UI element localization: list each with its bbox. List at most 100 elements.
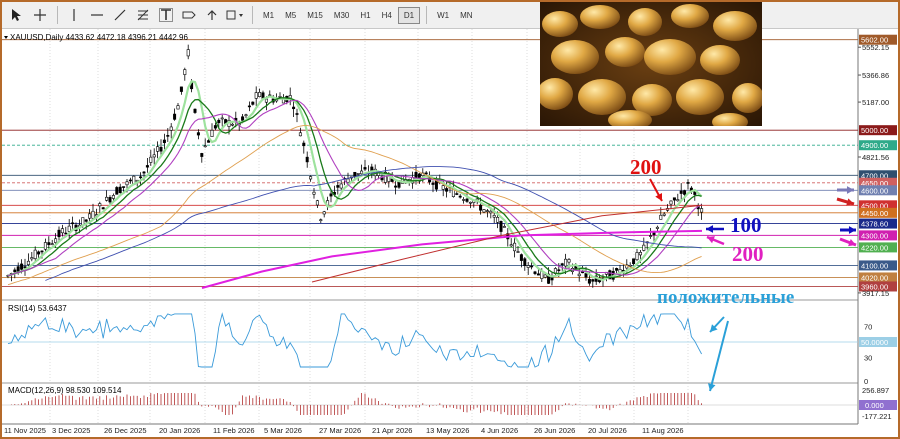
candle-body: [615, 268, 619, 271]
candle-body: [659, 214, 663, 220]
price-scale-label: 5552.15: [862, 43, 889, 52]
toolbar-separator: [252, 6, 253, 24]
date-label: 21 Apr 2026: [372, 426, 412, 435]
price-level-label: 4378.60: [861, 220, 888, 229]
date-label: 11 Nov 2025: [4, 426, 46, 435]
candle-body: [462, 199, 466, 201]
timeframe-m15[interactable]: M15: [302, 8, 328, 23]
candle-body: [431, 182, 435, 185]
candle-body: [295, 113, 299, 115]
candle-body: [468, 201, 472, 204]
timeframe-h4[interactable]: H4: [377, 8, 397, 23]
timeframe-mn[interactable]: MN: [455, 8, 477, 23]
candle-body: [445, 188, 449, 192]
candle-body: [496, 217, 500, 223]
cursor-icon[interactable]: [6, 4, 28, 26]
candle-body: [312, 191, 316, 195]
candle-body: [152, 154, 156, 158]
candle-body: [591, 279, 595, 282]
candle-body: [638, 251, 642, 256]
chart-toolbar: M1 M5 M15 M30 H1 H4 D1 W1 MN: [2, 2, 898, 29]
macd-scale-label: 256.897: [862, 386, 889, 395]
price-chart[interactable]: 5602.005000.004900.004700.004650.004600.…: [2, 29, 898, 437]
candle-body: [142, 171, 146, 174]
candle-body: [581, 271, 585, 274]
timeframe-bar: M1 M5 M15 M30 H1 H4 D1 W1 MN: [258, 6, 479, 24]
timeframe-m30[interactable]: M30: [329, 8, 355, 23]
arrow-macd-icon-head: [708, 383, 716, 391]
candle-body: [339, 183, 343, 189]
candle-body: [156, 146, 160, 152]
candle-body: [60, 228, 64, 234]
timeframe-d1[interactable]: D1: [397, 6, 421, 24]
timeframe-m5[interactable]: M5: [280, 8, 301, 23]
candle-body: [700, 208, 704, 213]
candle-body: [176, 105, 180, 110]
candle-body: [577, 273, 581, 277]
candle-body: [244, 114, 248, 117]
price-level-label: 4300.00: [861, 231, 888, 240]
candle-body: [655, 226, 659, 229]
candle-body: [210, 129, 214, 137]
candle-body: [173, 113, 177, 120]
fibonacci-icon[interactable]: [132, 4, 154, 26]
candle-body: [523, 258, 527, 266]
candle-body: [105, 196, 109, 201]
date-label: 20 Jan 2026: [159, 426, 200, 435]
candle-body: [115, 187, 119, 195]
timeframe-w1[interactable]: W1: [432, 8, 454, 23]
candle-body: [526, 265, 530, 268]
arrow-macd-icon-shaft: [709, 320, 729, 392]
candle-body: [84, 219, 88, 222]
candle-body: [394, 185, 398, 188]
toolbar-separator: [426, 6, 428, 24]
candle-body: [509, 244, 513, 247]
text-icon[interactable]: [155, 4, 177, 26]
candle-body: [40, 250, 44, 253]
candle-body: [241, 116, 245, 121]
candle-body: [196, 132, 200, 136]
label-icon[interactable]: [178, 4, 200, 26]
candle-body: [441, 185, 445, 190]
candle-body: [309, 176, 313, 180]
rsi-scale-label: 0: [864, 377, 868, 386]
candle-body: [139, 176, 143, 179]
chart-area[interactable]: 5602.00 5000.00 4900.00 4700.00 4650.00 4600.…: [2, 29, 898, 437]
candle-body: [530, 265, 534, 268]
candle-body: [292, 106, 296, 110]
candle-body: [145, 165, 149, 168]
candle-body: [20, 263, 24, 270]
date-label: 20 Jul 2026: [588, 426, 627, 435]
price-level-label: 4600.00: [861, 186, 888, 195]
price-scale-label: 5187.00: [862, 98, 889, 107]
vertical-line-icon[interactable]: [63, 4, 85, 26]
date-label: 13 May 2026: [426, 426, 469, 435]
candle-body: [424, 172, 428, 175]
candle-body: [360, 170, 364, 175]
candle-body: [346, 178, 350, 183]
trendline-icon[interactable]: [109, 4, 131, 26]
candle-body: [584, 273, 588, 278]
candle-body: [502, 226, 506, 228]
candle-body: [567, 259, 571, 263]
horizontal-line-icon[interactable]: [86, 4, 108, 26]
timeframe-h1[interactable]: H1: [355, 8, 375, 23]
shapes-icon[interactable]: [224, 4, 246, 26]
rsi-scale-label: 70: [864, 322, 872, 331]
price-scale-label: 4821.56: [862, 153, 889, 162]
candle-body: [679, 190, 683, 194]
candle-body: [649, 235, 653, 237]
annotation-positive-text: положительные: [657, 287, 794, 308]
annotation-200-magenta: 200: [732, 242, 764, 266]
candle-body: [632, 258, 636, 265]
crosshair-icon[interactable]: [29, 4, 51, 26]
candle-body: [47, 242, 51, 245]
candle-body: [298, 132, 302, 137]
price-level-label: 4020.00: [861, 273, 888, 282]
price-level-label: 4450.00: [861, 209, 888, 218]
candle-body: [305, 156, 309, 163]
candle-body: [193, 108, 197, 113]
arrows-icon[interactable]: [201, 4, 223, 26]
timeframe-m1[interactable]: M1: [258, 8, 279, 23]
candle-body: [336, 185, 340, 188]
